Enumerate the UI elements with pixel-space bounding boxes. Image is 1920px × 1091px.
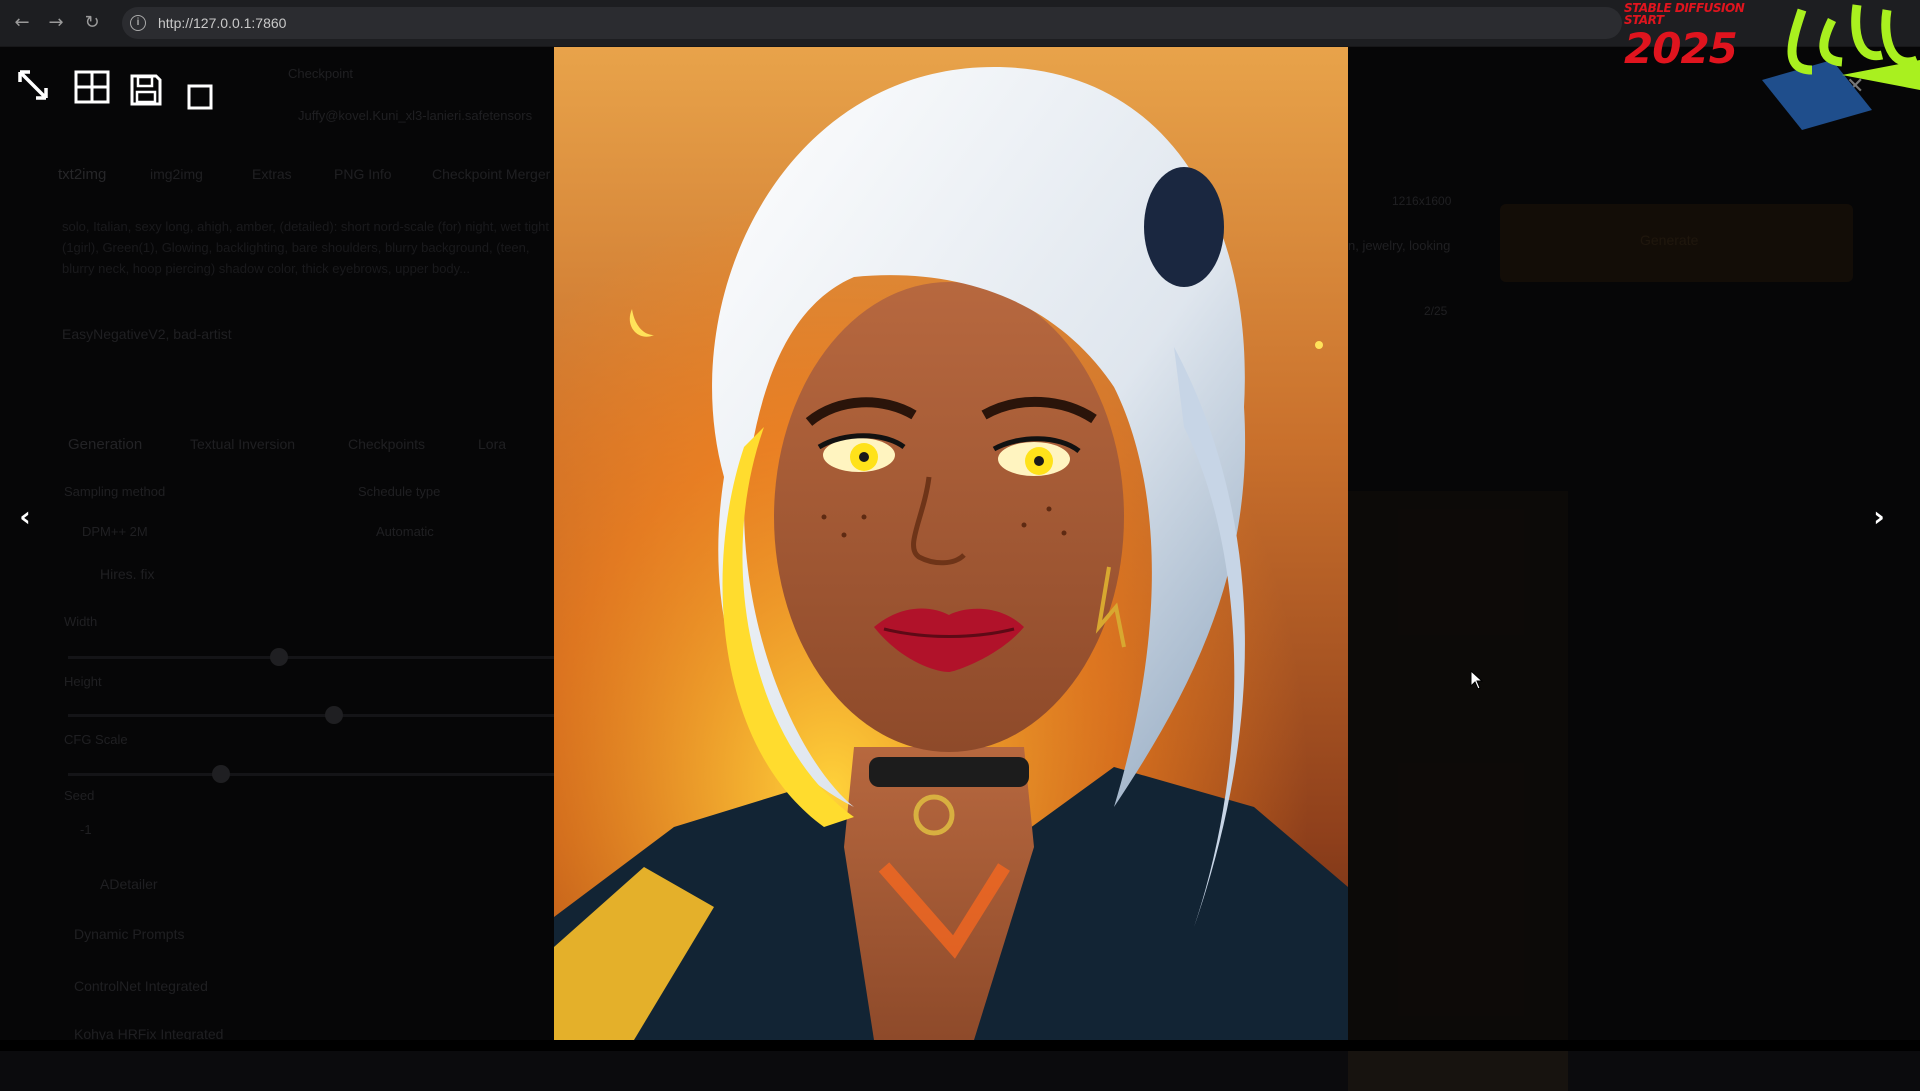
graffiti-logo xyxy=(1762,4,1920,130)
bottom-edge xyxy=(0,1040,1920,1051)
mouse-cursor-icon xyxy=(1470,670,1484,690)
tile-icon[interactable] xyxy=(74,70,114,110)
forward-icon[interactable]: → xyxy=(44,11,68,35)
zoom-box-icon[interactable] xyxy=(187,84,227,124)
reload-icon[interactable]: ↻ xyxy=(80,11,104,35)
lightbox-image xyxy=(554,47,1348,1040)
fullscreen-icon[interactable] xyxy=(16,68,56,108)
back-icon[interactable]: ← xyxy=(10,11,34,35)
next-image-arrow[interactable]: › xyxy=(1864,500,1894,533)
portrait-illustration xyxy=(554,47,1348,1040)
channel-watermark: STABLE DIFFUSION START 2025 xyxy=(1622,0,1920,130)
prev-image-arrow[interactable]: ‹ xyxy=(10,500,40,533)
url-text[interactable]: http://127.0.0.1:7860 xyxy=(158,15,286,31)
save-icon[interactable] xyxy=(130,74,170,114)
info-icon[interactable]: i xyxy=(130,15,146,31)
address-bar[interactable]: i http://127.0.0.1:7860 xyxy=(122,7,1622,39)
